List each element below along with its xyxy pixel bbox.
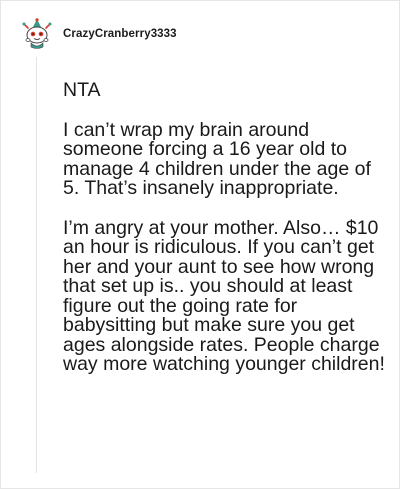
comment-header: CrazyCranberry3333	[21, 17, 177, 51]
thread-collapse-line[interactable]	[36, 57, 37, 473]
comment-card: CrazyCranberry3333 NTA I can’t wrap my b…	[0, 0, 400, 489]
comment-paragraph: NTA	[63, 79, 101, 101]
snoo-avatar-icon[interactable]	[21, 18, 53, 50]
comment-paragraph: I’m angry at your mother. Also… $10 an h…	[63, 216, 385, 375]
comment-author-username[interactable]: CrazyCranberry3333	[63, 28, 177, 40]
comment-paragraph: I can’t wrap my brain around someone for…	[63, 118, 371, 199]
comment-body: NTA I can’t wrap my brain around someone…	[63, 79, 389, 395]
